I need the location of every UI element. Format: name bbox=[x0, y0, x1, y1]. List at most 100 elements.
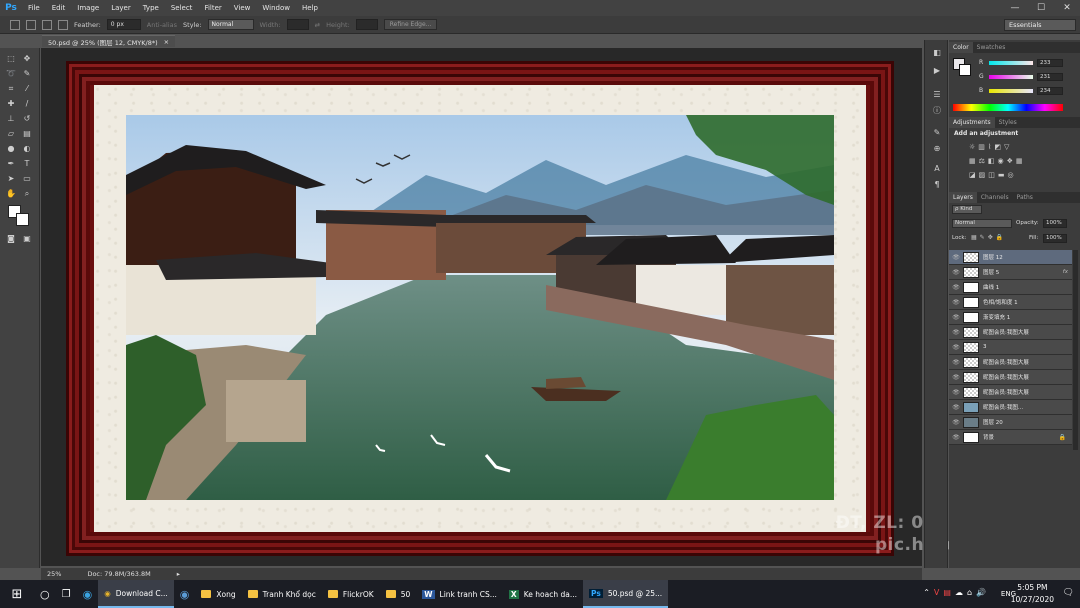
layer-row[interactable]: 👁 图层 20 bbox=[949, 415, 1072, 430]
red-slider[interactable]: R 233 bbox=[979, 58, 1075, 67]
type-tool-icon[interactable]: T bbox=[22, 159, 32, 169]
visibility-eye-icon[interactable]: 👁 bbox=[949, 374, 963, 381]
layer-row[interactable]: 👁 昵图会员:我图大展 bbox=[949, 385, 1072, 400]
lock-all-icon[interactable]: 🔒 bbox=[996, 234, 1006, 241]
menu-window[interactable]: Window bbox=[256, 0, 296, 16]
hue-saturation-icon[interactable]: ▦ bbox=[969, 157, 979, 165]
posterize-icon[interactable]: ▨ bbox=[979, 171, 989, 179]
menu-edit[interactable]: Edit bbox=[46, 0, 72, 16]
tab-color[interactable]: Color bbox=[949, 42, 973, 53]
menu-help[interactable]: Help bbox=[296, 0, 324, 16]
blend-mode-select[interactable]: Normal bbox=[952, 219, 1012, 228]
subtract-selection-icon[interactable] bbox=[58, 19, 68, 30]
tab-swatches[interactable]: Swatches bbox=[973, 42, 1010, 53]
background-color-swatch[interactable] bbox=[16, 213, 29, 226]
tray-pdf-icon[interactable]: ▤ bbox=[943, 588, 955, 597]
gradient-map-icon[interactable]: ▬ bbox=[998, 171, 1008, 179]
taskbar-item-word[interactable]: W Link tranh CS... bbox=[416, 580, 503, 608]
add-selection-icon[interactable] bbox=[42, 19, 52, 30]
selective-color-icon[interactable]: ◎ bbox=[1008, 171, 1017, 179]
zoom-level[interactable]: 25% bbox=[47, 570, 61, 578]
layer-row[interactable]: 👁 3 bbox=[949, 340, 1072, 355]
pen-tool-icon[interactable]: ✒ bbox=[6, 159, 16, 169]
taskbar-item-photoshop[interactable]: Ps 50.psd @ 25... bbox=[582, 580, 669, 608]
visibility-eye-icon[interactable]: 👁 bbox=[949, 389, 963, 396]
character-panel-icon[interactable]: A bbox=[931, 164, 943, 174]
move-tool-icon[interactable]: ✥ bbox=[22, 54, 32, 64]
menu-type[interactable]: Type bbox=[137, 0, 165, 16]
eraser-tool-icon[interactable]: ▱ bbox=[6, 129, 16, 139]
photo-filter-icon[interactable]: ◉ bbox=[998, 157, 1007, 165]
visibility-eye-icon[interactable]: 👁 bbox=[949, 359, 963, 366]
menu-view[interactable]: View bbox=[228, 0, 257, 16]
windows-start-icon[interactable]: ⊞ bbox=[0, 580, 34, 608]
fill-input[interactable]: 100% bbox=[1043, 234, 1067, 243]
black-white-icon[interactable]: ◧ bbox=[988, 157, 998, 165]
tab-adjustments[interactable]: Adjustments bbox=[949, 117, 995, 128]
tray-app-icon[interactable]: V bbox=[934, 588, 943, 597]
width-input[interactable] bbox=[286, 19, 309, 30]
levels-icon[interactable]: ▥ bbox=[978, 143, 988, 151]
panel-bg-swatch[interactable] bbox=[959, 64, 971, 76]
taskbar-item-folder-50[interactable]: 50 bbox=[380, 580, 417, 608]
menu-image[interactable]: Image bbox=[71, 0, 105, 16]
marquee-tool-icon[interactable]: ⬚ bbox=[6, 54, 16, 64]
visibility-eye-icon[interactable]: 👁 bbox=[949, 299, 963, 306]
path-select-tool-icon[interactable]: ➤ bbox=[6, 174, 16, 184]
gradient-tool-icon[interactable]: ▤ bbox=[22, 129, 32, 139]
brush-panel-icon[interactable]: ✎ bbox=[931, 128, 943, 138]
fx-badge[interactable]: fx bbox=[1063, 269, 1068, 275]
marquee-preset-icon[interactable] bbox=[10, 19, 20, 30]
task-view-icon[interactable]: ❐ bbox=[56, 580, 77, 608]
taskbar-item-chrome[interactable]: ◉ Download C... bbox=[98, 580, 174, 608]
properties-panel-icon[interactable]: ☰ bbox=[931, 90, 943, 100]
layer-row[interactable]: 👁 昵图会员:我图大展 bbox=[949, 370, 1072, 385]
taskbar-item-folder-flickr[interactable]: FlickrOK bbox=[322, 580, 380, 608]
actions-panel-icon[interactable]: ▶ bbox=[931, 66, 943, 76]
search-icon[interactable]: ○ bbox=[34, 580, 56, 608]
crop-tool-icon[interactable]: ⌗ bbox=[6, 84, 16, 94]
tab-close-icon[interactable]: × bbox=[164, 38, 169, 46]
zoom-tool-icon[interactable]: ⌕ bbox=[22, 189, 32, 199]
quick-mask-icon[interactable]: ◙ bbox=[6, 234, 16, 244]
invert-icon[interactable]: ◪ bbox=[969, 171, 979, 179]
layer-row[interactable]: 👁 渐变填充 1 bbox=[949, 310, 1072, 325]
feather-input[interactable]: 0 px bbox=[106, 19, 141, 30]
visibility-eye-icon[interactable]: 👁 bbox=[949, 284, 963, 291]
taskbar-clock[interactable]: 5:05 PM 10/27/2020 bbox=[1011, 582, 1054, 606]
layer-row[interactable]: 👁 昵图会员:我图... bbox=[949, 400, 1072, 415]
menu-filter[interactable]: Filter bbox=[198, 0, 227, 16]
layer-kind-filter[interactable]: ρ Kind bbox=[952, 205, 982, 214]
layer-row[interactable]: 👁 曲线 1 bbox=[949, 280, 1072, 295]
edge-icon[interactable]: ◉ bbox=[77, 580, 99, 608]
network-icon[interactable]: ⌂ bbox=[967, 588, 976, 597]
channel-mixer-icon[interactable]: ❖ bbox=[1007, 157, 1016, 165]
visibility-eye-icon[interactable]: 👁 bbox=[949, 254, 963, 261]
brush-tool-icon[interactable]: / bbox=[22, 99, 32, 109]
layer-row[interactable]: 👁 背景 🔒 bbox=[949, 430, 1072, 445]
onedrive-icon[interactable]: ☁ bbox=[955, 588, 967, 597]
stamp-tool-icon[interactable]: ⊥ bbox=[6, 114, 16, 124]
antialias-checkbox[interactable]: Anti-alias bbox=[147, 21, 177, 29]
color-balance-icon[interactable]: ⚖ bbox=[979, 157, 988, 165]
visibility-eye-icon[interactable]: 👁 bbox=[949, 434, 963, 441]
visibility-eye-icon[interactable]: 👁 bbox=[949, 404, 963, 411]
notification-icon[interactable]: 🗨 bbox=[1063, 588, 1074, 598]
clone-source-icon[interactable]: ⊕ bbox=[931, 144, 943, 154]
history-panel-icon[interactable]: ◧ bbox=[931, 48, 943, 58]
brightness-icon[interactable]: ☼ bbox=[969, 143, 978, 151]
layer-row[interactable]: 👁 昵图会员:我图大展 bbox=[949, 355, 1072, 370]
layer-row[interactable]: 👁 昵图会员:我图大展 bbox=[949, 325, 1072, 340]
quick-select-tool-icon[interactable]: ✎ bbox=[22, 69, 32, 79]
healing-tool-icon[interactable]: ✚ bbox=[6, 99, 16, 109]
opacity-input[interactable]: 100% bbox=[1043, 219, 1067, 228]
menu-select[interactable]: Select bbox=[165, 0, 199, 16]
tray-chevron-icon[interactable]: ⌃ bbox=[923, 588, 934, 597]
close-button[interactable]: ✕ bbox=[1054, 0, 1080, 16]
taskbar-item-folder-tranh[interactable]: Tranh Khổ dọc bbox=[242, 580, 322, 608]
history-brush-icon[interactable]: ↺ bbox=[22, 114, 32, 124]
green-slider[interactable]: G 231 bbox=[979, 72, 1075, 81]
lock-pixels-icon[interactable]: ✎ bbox=[980, 234, 988, 241]
document-tab[interactable]: 50.psd @ 25% (图层 12, CMYK/8*) × bbox=[42, 35, 176, 47]
layer-row[interactable]: 👁 图层 5 fx bbox=[949, 265, 1072, 280]
